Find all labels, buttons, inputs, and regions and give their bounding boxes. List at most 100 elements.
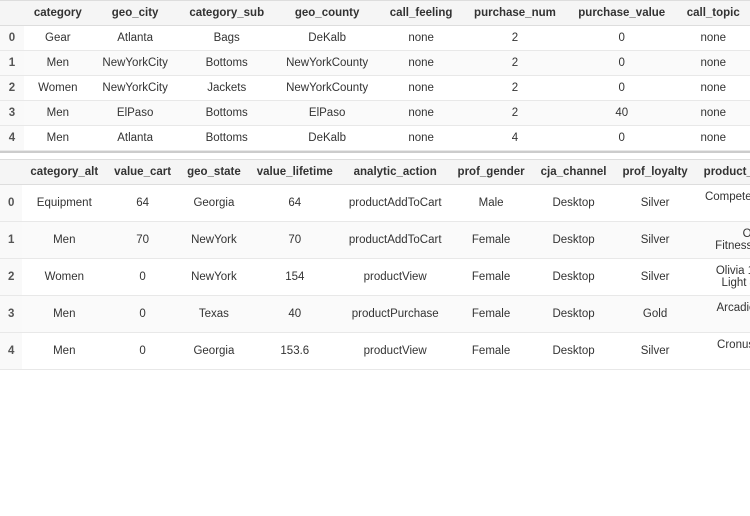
cell-geo_state: Georgia — [179, 333, 249, 370]
cell-geo_county: DeKalb — [275, 126, 379, 151]
cell-value_cart: 0 — [106, 259, 179, 296]
cell-analytic_action: productView — [341, 333, 450, 370]
table-row: 4MenAtlantaBottomsDeKalbnone40none — [0, 126, 750, 151]
cell-cja_channel: Desktop — [533, 333, 615, 370]
cell-call_feeling: none — [379, 51, 463, 76]
cell-cja_channel: Desktop — [533, 259, 615, 296]
cell-category_alt: Men — [22, 296, 106, 333]
cell-prof_loyalty: Silver — [614, 185, 695, 222]
cell-category_alt: Women — [22, 259, 106, 296]
cell-geo_state: NewYork — [179, 259, 249, 296]
cell-category_sub: Bags — [178, 26, 275, 51]
cell-call_feeling: none — [379, 101, 463, 126]
col-header-purchase-value: purchase_value — [567, 1, 677, 26]
cell-category: Men — [24, 51, 92, 76]
table-divider — [0, 151, 750, 159]
cell-call_topic: none — [676, 51, 750, 76]
cell-category_alt: Men — [22, 222, 106, 259]
table-row: 0Equipment64Georgia64productAddToCartMal… — [0, 185, 750, 222]
cell-index: 0 — [0, 26, 24, 51]
table-1: category geo_city category_sub geo_count… — [0, 0, 750, 151]
cell-geo_city: ElPaso — [92, 101, 179, 126]
table-row: 1Men70NewYork70productAddToCartFemaleDes… — [0, 222, 750, 259]
cell-geo_county: ElPaso — [275, 101, 379, 126]
cell-category_sub: Bottoms — [178, 126, 275, 151]
table-row: 4Men0Georgia153.6productViewFemaleDeskto… — [0, 333, 750, 370]
col-header-geo-county: geo_county — [275, 1, 379, 26]
cell-analytic_action: productAddToCart — [341, 222, 450, 259]
cell-prof_loyalty: Silver — [614, 259, 695, 296]
cell-value_cart: 0 — [106, 333, 179, 370]
col2-header-cja-channel: cja_channel — [533, 160, 615, 185]
cell-call_topic: none — [676, 126, 750, 151]
cell-call_feeling: none — [379, 126, 463, 151]
cell-geo_state: Texas — [179, 296, 249, 333]
cell-prof_loyalty: Gold — [614, 296, 695, 333]
cell-prof_loyalty: Silver — [614, 333, 695, 370]
cell-product_name: Olivia 1/4 Zip Light Jacket — [696, 259, 750, 296]
col2-header-index — [0, 160, 22, 185]
cell-prof_gender: Female — [450, 296, 533, 333]
cell-value_lifetime: 154 — [249, 259, 341, 296]
cell-prof_gender: Female — [450, 222, 533, 259]
cell-analytic_action: productView — [341, 259, 450, 296]
cell-category: Men — [24, 101, 92, 126]
cell-purchase_value: 40 — [567, 101, 677, 126]
cell-geo_county: NewYorkCounty — [275, 51, 379, 76]
col2-header-geo-state: geo_state — [179, 160, 249, 185]
cell-geo_city: NewYorkCity — [92, 51, 179, 76]
cell-index: 2 — [0, 76, 24, 101]
cell-geo_city: Atlanta — [92, 126, 179, 151]
table-row: 0GearAtlantaBagsDeKalbnone20none — [0, 26, 750, 51]
cell-purchase_num: 4 — [463, 126, 567, 151]
cell-geo_county: NewYorkCounty — [275, 76, 379, 101]
cell-index: 4 — [0, 333, 22, 370]
col-header-geo-city: geo_city — [92, 1, 179, 26]
cell-prof_loyalty: Silver — [614, 222, 695, 259]
cell-call_feeling: none — [379, 76, 463, 101]
cell-value_lifetime: 40 — [249, 296, 341, 333]
col-header-call-topic: call_topic — [676, 1, 750, 26]
cell-index: 1 — [0, 222, 22, 259]
cell-call_feeling: none — [379, 26, 463, 51]
col-header-call-feeling: call_feeling — [379, 1, 463, 26]
col2-header-prof-loyalty: prof_loyalty — [614, 160, 695, 185]
cell-product_name: Arcadio Gym Short — [696, 296, 750, 333]
cell-geo_city: Atlanta — [92, 26, 179, 51]
cell-value_lifetime: 153.6 — [249, 333, 341, 370]
cell-cja_channel: Desktop — [533, 222, 615, 259]
cell-geo_state: NewYork — [179, 222, 249, 259]
cell-category: Women — [24, 76, 92, 101]
cell-category_alt: Equipment — [22, 185, 106, 222]
data-grid: category geo_city category_sub geo_count… — [0, 0, 750, 370]
col2-header-analytic-action: analytic_action — [341, 160, 450, 185]
cell-index: 4 — [0, 126, 24, 151]
cell-purchase_num: 2 — [463, 26, 567, 51]
table-row: 2WomenNewYorkCityJacketsNewYorkCountynon… — [0, 76, 750, 101]
col-header-category-sub: category_sub — [178, 1, 275, 26]
table-row: 3Men0Texas40productPurchaseFemaleDesktop… — [0, 296, 750, 333]
col-header-purchase-num: purchase_num — [463, 1, 567, 26]
cell-geo_county: DeKalb — [275, 26, 379, 51]
cell-purchase_value: 0 — [567, 76, 677, 101]
table-row: 1MenNewYorkCityBottomsNewYorkCountynone2… — [0, 51, 750, 76]
cell-value_lifetime: 64 — [249, 185, 341, 222]
cell-purchase_num: 2 — [463, 76, 567, 101]
cell-prof_gender: Female — [450, 333, 533, 370]
cell-geo_state: Georgia — [179, 185, 249, 222]
cell-index: 3 — [0, 101, 24, 126]
cell-purchase_value: 0 — [567, 51, 677, 76]
col2-header-value-lifetime: value_lifetime — [249, 160, 341, 185]
cell-value_cart: 70 — [106, 222, 179, 259]
cell-category: Men — [24, 126, 92, 151]
cell-category_sub: Bottoms — [178, 51, 275, 76]
col-header-index — [0, 1, 24, 26]
cell-call_topic: none — [676, 101, 750, 126]
table-row: 3MenElPasoBottomsElPasonone240none — [0, 101, 750, 126]
cell-prof_gender: Male — [450, 185, 533, 222]
cell-product_name: Orestes Fitness Short — [696, 222, 750, 259]
cell-category_alt: Men — [22, 333, 106, 370]
cell-purchase_value: 0 — [567, 126, 677, 151]
cell-category: Gear — [24, 26, 92, 51]
col2-header-category-alt: category_alt — [22, 160, 106, 185]
